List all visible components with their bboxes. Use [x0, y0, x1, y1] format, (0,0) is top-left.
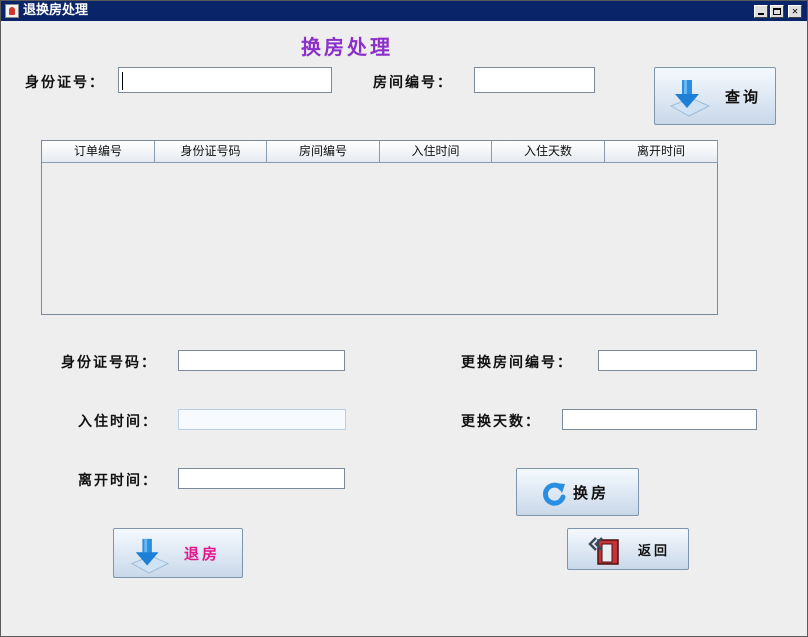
- form-id-label: 身份证号码：: [61, 355, 157, 371]
- search-room-label: 房间编号：: [373, 75, 453, 91]
- refresh-icon: [542, 482, 566, 506]
- back-button[interactable]: 返回: [567, 528, 689, 570]
- back-button-label: 返回: [638, 544, 671, 559]
- page-title: 换房处理: [301, 35, 393, 59]
- leave-time-label: 离开时间：: [78, 473, 158, 489]
- query-button[interactable]: 查询: [654, 67, 776, 125]
- download-arrow-icon: [130, 538, 170, 574]
- change-days-input[interactable]: [562, 409, 757, 430]
- java-app-icon: [5, 4, 19, 18]
- form-id-input[interactable]: [178, 350, 345, 371]
- leave-time-input[interactable]: [178, 468, 345, 489]
- checkout-button[interactable]: 退房: [113, 528, 243, 578]
- checkin-time-label: 入住时间：: [78, 414, 158, 430]
- checkin-time-input[interactable]: [178, 409, 346, 430]
- search-id-input[interactable]: [118, 67, 332, 93]
- maximize-button[interactable]: [770, 5, 784, 18]
- column-header[interactable]: 订单编号: [42, 141, 155, 163]
- column-header[interactable]: 入住天数: [492, 141, 605, 163]
- download-arrow-icon: [669, 80, 711, 117]
- window-title: 退换房处理: [23, 3, 89, 18]
- order-table[interactable]: 订单编号 身份证号码 房间编号 入住时间 入住天数 离开时间: [41, 140, 718, 315]
- new-room-label: 更换房间编号：: [461, 355, 573, 371]
- checkout-button-label: 退房: [184, 545, 221, 563]
- title-bar: 退换房处理 ✕: [1, 1, 807, 21]
- column-header[interactable]: 入住时间: [380, 141, 492, 163]
- search-room-input[interactable]: [474, 67, 595, 93]
- table-header: 订单编号 身份证号码 房间编号 入住时间 入住天数 离开时间: [42, 141, 718, 163]
- change-room-button-label: 换房: [573, 484, 610, 502]
- close-button[interactable]: ✕: [788, 5, 802, 18]
- column-header[interactable]: 身份证号码: [155, 141, 267, 163]
- minimize-button[interactable]: [754, 5, 768, 18]
- new-room-input[interactable]: [598, 350, 757, 371]
- column-header[interactable]: 离开时间: [605, 141, 718, 163]
- main-window: 退换房处理 ✕ 换房处理 身份证号： 房间编号： 查询 订单编号 身份证号码 房…: [0, 0, 808, 637]
- change-days-label: 更换天数：: [461, 414, 541, 430]
- exit-door-icon: [588, 537, 619, 565]
- change-room-button[interactable]: 换房: [516, 468, 639, 516]
- column-header[interactable]: 房间编号: [267, 141, 380, 163]
- search-id-label: 身份证号：: [25, 75, 105, 91]
- text-caret: [122, 72, 123, 90]
- query-button-label: 查询: [725, 88, 762, 106]
